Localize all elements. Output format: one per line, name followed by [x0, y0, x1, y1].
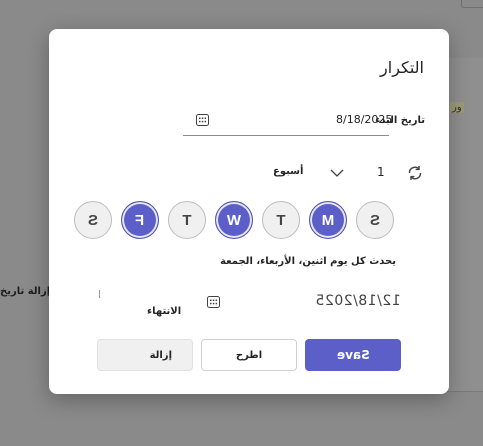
calendar-icon[interactable] [196, 114, 209, 126]
discard-button[interactable]: اطرح [201, 339, 297, 371]
discard-button-label: اطرح [235, 349, 263, 361]
recurrence-dialog: التكرار تاريخ البدء 8/18/2025 1 أسبوع S … [49, 29, 449, 394]
end-date-label: الانتهاء [147, 306, 182, 317]
day-letter: T [182, 211, 192, 229]
background-side-label: إزالة تاريخ [0, 286, 51, 297]
day-letter: M [321, 211, 335, 229]
background-tag: ور [450, 102, 464, 113]
chevron-down-icon[interactable] [330, 169, 344, 177]
dialog-title: التكرار [380, 58, 424, 77]
day-letter: W [226, 211, 242, 229]
start-date-underline [183, 135, 389, 136]
day-letter: F [135, 211, 145, 229]
save-button-label: Save [336, 348, 370, 362]
start-date-input[interactable]: 8/18/2025 [336, 113, 392, 126]
recurrence-summary: يحدث كل يوم اثنين، الأربعاء، الجمعة [220, 256, 396, 267]
remove-button-label: إزالة [149, 349, 172, 361]
end-date-text: 12/18/2025 [315, 293, 401, 309]
repeat-interval-input[interactable]: 1 [377, 165, 385, 179]
day-toggle-tuesday[interactable]: T [262, 201, 300, 239]
day-letter: S [369, 211, 380, 229]
remove-button[interactable]: إزالة [97, 339, 193, 371]
repeat-icon [408, 166, 422, 180]
day-toggle-thursday[interactable]: T [168, 201, 206, 239]
day-toggle-saturday[interactable]: S [74, 201, 112, 239]
background-tag-text: ور [450, 102, 464, 113]
end-date-input[interactable]: 12/18/2025 [315, 293, 401, 309]
day-toggle-monday[interactable]: M [309, 201, 347, 239]
day-letter: S [87, 211, 98, 229]
day-toggle-wednesday[interactable]: W [215, 201, 253, 239]
save-button[interactable]: Save [305, 339, 401, 371]
divider-mark [99, 290, 100, 298]
day-letter: T [276, 211, 286, 229]
background-top-box [461, 0, 483, 8]
repeat-unit-select[interactable]: أسبوع [273, 166, 303, 177]
calendar-icon[interactable] [207, 296, 220, 308]
day-toggle-friday[interactable]: F [121, 201, 159, 239]
day-toggle-sunday[interactable]: S [356, 201, 394, 239]
